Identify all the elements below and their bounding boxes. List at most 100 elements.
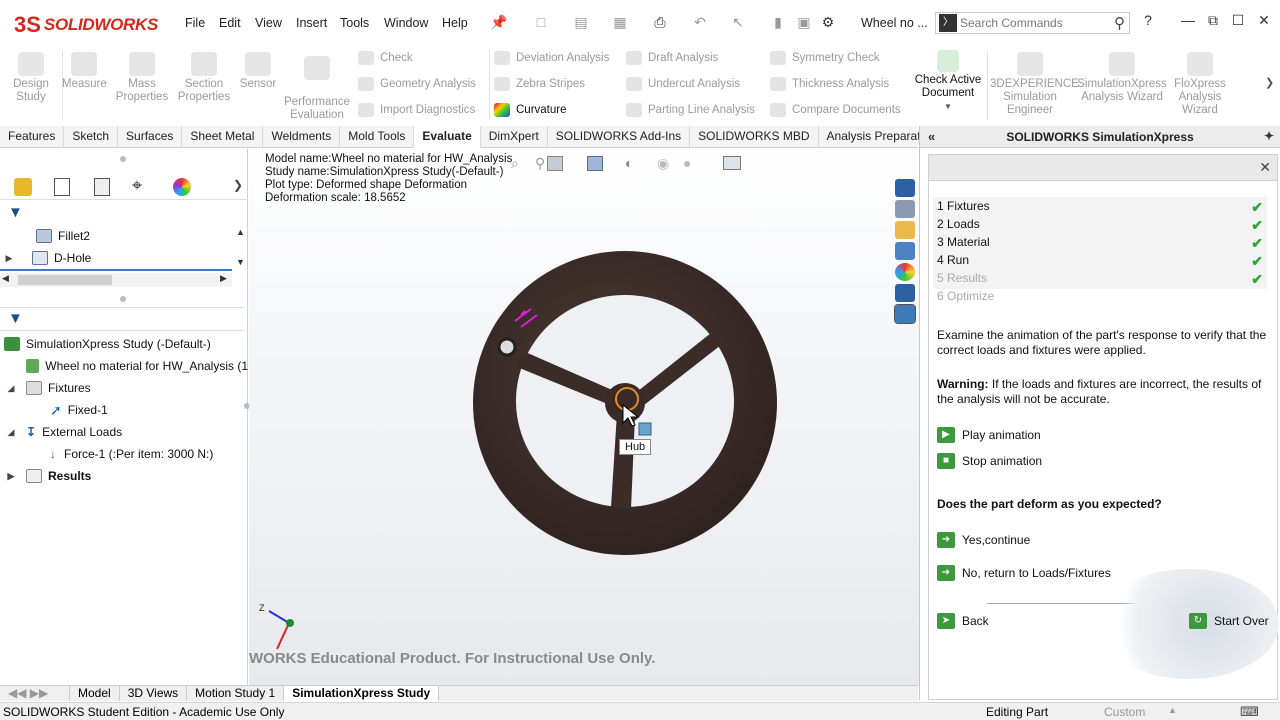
view-orientation-icon[interactable] <box>587 156 603 171</box>
sensor-button[interactable]: Sensor <box>236 52 280 91</box>
collapse-arrow-icon[interactable]: ◢ <box>6 427 16 438</box>
draft-analysis-button[interactable]: Draft Analysis <box>626 49 766 67</box>
rebuild-icon[interactable]: ▮ <box>768 14 788 32</box>
step-material[interactable]: 3 Material ✔ <box>933 233 1267 251</box>
measure-button[interactable]: Measure <box>62 52 107 91</box>
home-icon[interactable] <box>895 179 915 197</box>
chevron-up-icon[interactable]: ▲ <box>1168 705 1177 715</box>
view-settings-icon[interactable] <box>723 156 741 170</box>
tab-dimxpert[interactable]: DimXpert <box>481 126 548 148</box>
open-icon[interactable]: ▤ <box>571 14 591 32</box>
custom-properties-icon[interactable] <box>895 284 915 302</box>
tree-sim-study[interactable]: SimulationXpress Study (-Default-) <box>2 333 248 355</box>
view-palette-icon[interactable] <box>895 242 915 260</box>
step-run[interactable]: 4 Run ✔ <box>933 251 1267 269</box>
tree-item-d-hole[interactable]: ▶ D-Hole <box>4 247 248 269</box>
close-window-button[interactable]: ✕ <box>1252 12 1276 34</box>
simulationxpress-wizard-button[interactable]: SimulationXpress Analysis Wizard <box>1074 52 1170 104</box>
tabs-scroll-right-icon[interactable]: ❯ <box>233 178 243 192</box>
keyboard-icon[interactable]: ⌨ <box>1240 704 1259 720</box>
save-icon[interactable]: ▦ <box>610 14 630 32</box>
pin-pane-icon[interactable]: ✦ <box>1264 129 1274 143</box>
search-commands-box[interactable]: 〉 Search Commands ⚲ <box>935 12 1130 34</box>
tab-solidworks-mbd[interactable]: SOLIDWORKS MBD <box>690 126 819 148</box>
propertymanager-tab-icon[interactable] <box>54 178 70 196</box>
3dexperience-simulation-button[interactable]: 3DEXPERIENCE Simulation Engineer <box>990 52 1079 117</box>
file-properties-icon[interactable]: ▣ <box>794 14 814 32</box>
tab-sheet-metal[interactable]: Sheet Metal <box>182 126 264 148</box>
undo-icon[interactable]: ↶ <box>690 14 710 32</box>
filter-icon-2[interactable]: ▼ <box>8 310 23 327</box>
floxpress-wizard-button[interactable]: FloXpress Analysis Wizard <box>1172 52 1228 117</box>
tree-results[interactable]: ▶ Results <box>2 465 248 487</box>
tab-surfaces[interactable]: Surfaces <box>118 126 183 148</box>
step-loads[interactable]: 2 Loads ✔ <box>933 215 1267 233</box>
play-animation-button[interactable]: ▶ Play animation <box>937 425 1041 445</box>
mass-properties-button[interactable]: Mass Properties <box>112 52 172 104</box>
menu-insert[interactable]: Insert <box>296 16 327 30</box>
pin-icon[interactable]: 📌 <box>489 14 509 32</box>
display-manager-tab-icon[interactable] <box>173 178 191 196</box>
file-explorer-icon[interactable] <box>895 221 915 239</box>
curvature-button[interactable]: Curvature <box>494 101 620 119</box>
print-icon[interactable]: ⎙ <box>650 14 670 32</box>
configurationmanager-tab-icon[interactable] <box>94 178 110 196</box>
collapse-pane-icon[interactable]: « <box>928 129 935 144</box>
tab-scroll-buttons[interactable]: ◀◀ ▶▶ <box>0 686 70 701</box>
expand-arrow-icon[interactable]: ▶ <box>4 253 14 264</box>
undercut-analysis-button[interactable]: Undercut Analysis <box>626 75 766 93</box>
section-properties-button[interactable]: Section Properties <box>174 52 234 104</box>
tree-external-loads[interactable]: ◢ ↧ External Loads <box>2 421 248 443</box>
expand-arrow-icon[interactable]: ▶ <box>6 471 16 482</box>
yes-continue-button[interactable]: ➜ Yes,continue <box>937 530 1030 550</box>
tree-part[interactable]: Wheel no material for HW_Analysis (1 <box>2 355 248 377</box>
wheel-model[interactable] <box>465 245 785 565</box>
tab-motion-study-1[interactable]: Motion Study 1 <box>187 686 285 701</box>
stop-animation-button[interactable]: ■ Stop animation <box>937 451 1042 471</box>
tree-item-fillet2[interactable]: Fillet2 <box>4 225 248 247</box>
step-results[interactable]: 5 Results ✔ <box>933 269 1267 287</box>
tab-evaluate[interactable]: Evaluate <box>414 126 481 148</box>
tab-model[interactable]: Model <box>70 686 120 701</box>
select-icon[interactable]: ↖ <box>728 14 748 32</box>
splitter-handle[interactable] <box>120 156 126 162</box>
display-style-icon[interactable]: ◐ <box>625 155 633 171</box>
tree-fixed-1[interactable]: ➚ Fixed-1 <box>2 399 248 421</box>
tab-solidworks-add-ins[interactable]: SOLIDWORKS Add-Ins <box>548 126 691 148</box>
menu-file[interactable]: File <box>185 16 205 30</box>
menu-tools[interactable]: Tools <box>340 16 369 30</box>
horizontal-scrollbar[interactable]: ◀ ▶ <box>0 273 232 287</box>
menu-window[interactable]: Window <box>384 16 428 30</box>
geometry-analysis-button[interactable]: Geometry Analysis <box>358 75 488 93</box>
performance-evaluation-button[interactable]: Performance Evaluation <box>282 56 352 122</box>
check-active-document-button[interactable]: Check Active Document ▼ <box>912 50 984 113</box>
appearances-icon[interactable] <box>895 263 915 281</box>
dimxpert-tab-icon[interactable]: ⌖ <box>132 175 142 196</box>
design-library-icon[interactable] <box>895 200 915 218</box>
parting-line-analysis-button[interactable]: Parting Line Analysis <box>626 101 766 119</box>
magnifier-icon[interactable]: ⚲ <box>1114 14 1125 32</box>
menu-view[interactable]: View <box>255 16 282 30</box>
deviation-analysis-button[interactable]: Deviation Analysis <box>494 49 620 67</box>
step-optimize[interactable]: 6 Optimize <box>933 287 1267 305</box>
options-gear-icon[interactable]: ⚙ <box>818 14 838 32</box>
simulationxpress-pane-icon[interactable] <box>894 304 916 324</box>
step-fixtures[interactable]: 1 Fixtures ✔ <box>933 197 1267 215</box>
close-wizard-icon[interactable]: ✕ <box>1259 159 1271 176</box>
symmetry-check-button[interactable]: Symmetry Check <box>770 49 906 67</box>
zoom-to-fit-icon[interactable]: ⌕ <box>511 155 519 172</box>
hide-show-items-icon[interactable]: ◉ <box>657 155 669 172</box>
return-to-loads-button[interactable]: ➜ No, return to Loads/Fixtures <box>937 563 1111 583</box>
tab-mold-tools[interactable]: Mold Tools <box>340 126 415 148</box>
new-document-icon[interactable]: □ <box>531 14 551 32</box>
zebra-stripes-button[interactable]: Zebra Stripes <box>494 75 620 93</box>
menu-help[interactable]: Help <box>442 16 468 30</box>
check-button[interactable]: Check <box>358 49 488 67</box>
tab-weldments[interactable]: Weldments <box>263 126 341 148</box>
featuremanager-tab-icon[interactable] <box>14 178 32 196</box>
tree-force-1[interactable]: ↓ Force-1 (:Per item: 3000 N:) <box>2 443 248 465</box>
collapse-arrow-icon[interactable]: ◢ <box>6 383 16 394</box>
tab-simulationxpress-study[interactable]: SimulationXpress Study <box>284 686 440 701</box>
restore-window-button[interactable]: ⧉ <box>1201 12 1225 34</box>
solidworks-logo[interactable]: 3S SOLIDWORKS <box>14 10 158 40</box>
